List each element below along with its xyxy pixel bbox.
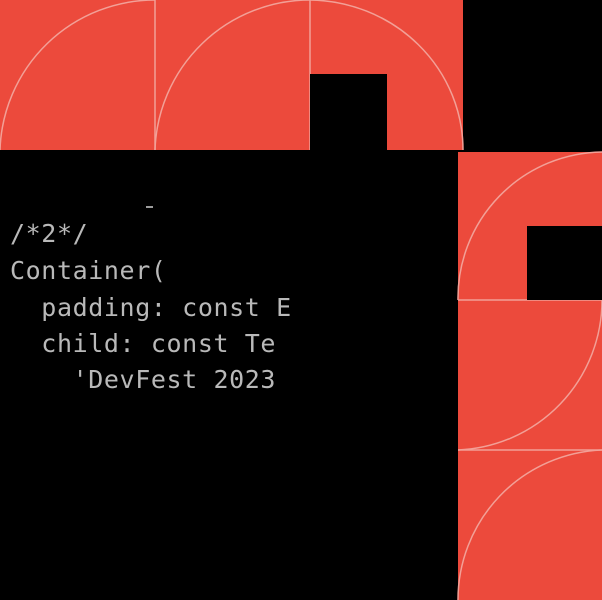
code-line-container: Container( — [10, 256, 167, 285]
top-black-notch — [310, 74, 387, 150]
top-red-band — [0, 0, 463, 150]
right-black-notch — [527, 226, 602, 300]
code-line-comment: /*2*/ — [10, 219, 89, 248]
code-tick-mark — [146, 206, 153, 208]
code-line-child: child: const Te — [10, 329, 277, 358]
code-line-padding: padding: const E — [10, 293, 292, 322]
code-line-text: 'DevFest 2023 — [10, 365, 277, 394]
code-snippet: /*2*/ Container( padding: const E child:… — [0, 150, 295, 400]
right-red-column — [458, 152, 602, 600]
